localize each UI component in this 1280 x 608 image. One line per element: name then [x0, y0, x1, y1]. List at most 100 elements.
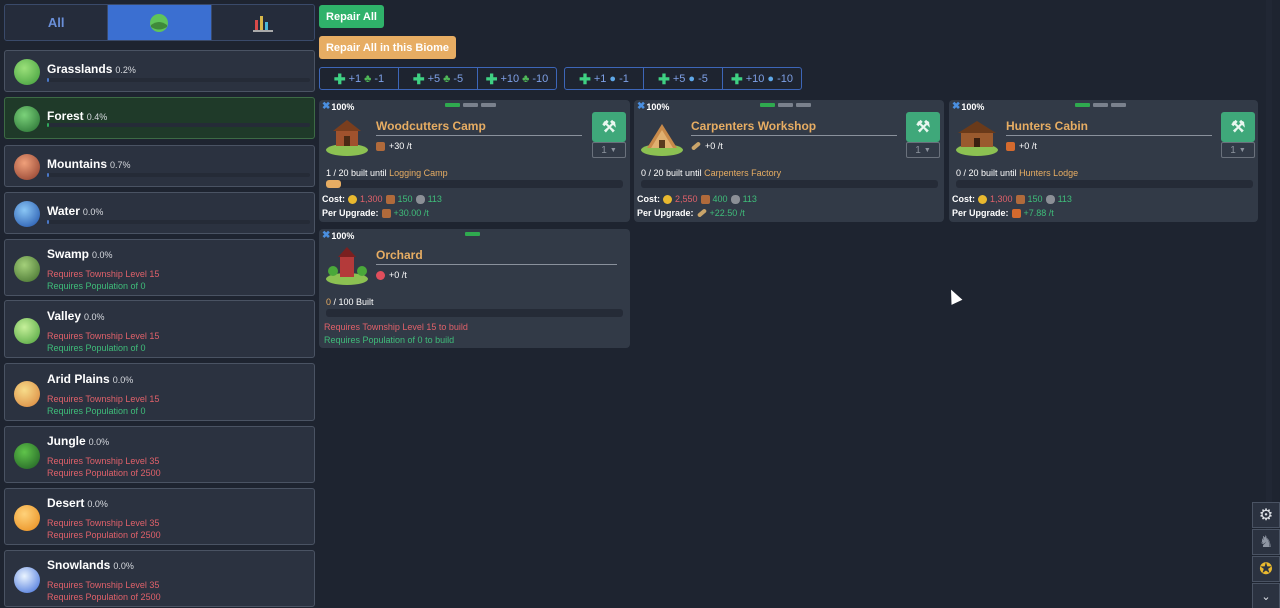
- biome-name: Water: [47, 204, 80, 218]
- wolf-icon: ♞: [1258, 534, 1274, 551]
- level-dots: [1075, 103, 1126, 107]
- built-progress-text: 0 / 20 built until Carpenters Factory: [641, 168, 782, 178]
- biome-snowlands[interactable]: Snowlands 0.0% Requires Township Level 35…: [4, 550, 315, 607]
- step-1-button[interactable]: ✚ +1 ● -1: [565, 68, 644, 89]
- production-rate: +0 /t: [1006, 141, 1037, 151]
- step-10-button[interactable]: ✚ +10 ♣ -10: [478, 68, 556, 89]
- chevron-down-icon: ⌄: [1261, 590, 1271, 603]
- built-progress-bar: [326, 180, 623, 188]
- chevron-down-icon: ▼: [609, 146, 617, 154]
- production-rate: +0 /t: [690, 141, 723, 151]
- mastery-icon: ✖: [952, 101, 961, 112]
- carpenters-workshop-icon: [639, 116, 685, 156]
- collapse-button[interactable]: ⌄: [1252, 583, 1280, 608]
- profile-button[interactable]: ♞: [1252, 529, 1280, 555]
- forest-icon: [14, 106, 40, 132]
- build-quantity-select[interactable]: 1 ▼: [906, 142, 940, 158]
- plus-icon: ✚: [579, 70, 591, 87]
- biome-jungle[interactable]: Jungle 0.0% Requires Township Level 35 Re…: [4, 426, 315, 483]
- orchard-icon: [324, 245, 370, 285]
- req-population: Requires Population of 2500: [47, 592, 161, 602]
- build-button[interactable]: ⚒: [1221, 112, 1255, 142]
- settings-button[interactable]: ⚙: [1252, 502, 1280, 528]
- built-progress-bar: [326, 309, 623, 317]
- step-5-button[interactable]: ✚ +5 ● -5: [644, 68, 723, 89]
- level-dots: [445, 103, 496, 107]
- per-upgrade-row: Per Upgrade: +30.00 /t: [322, 208, 429, 218]
- tab-globe[interactable]: [108, 5, 212, 40]
- building-title: Carpenters Workshop: [691, 119, 817, 133]
- tree-icon: ♣: [443, 72, 451, 85]
- biome-name: Arid Plains: [47, 372, 110, 386]
- biome-forest[interactable]: Forest 0.4%: [4, 97, 315, 139]
- plus-icon: ✚: [658, 70, 670, 87]
- scrollbar[interactable]: [1266, 0, 1272, 540]
- repair-biome-button[interactable]: Repair All in this Biome: [319, 36, 456, 59]
- build-button[interactable]: ⚒: [906, 112, 940, 142]
- biome-grasslands[interactable]: Grasslands 0.2%: [4, 50, 315, 92]
- title-divider: [1006, 135, 1212, 136]
- step-1-button[interactable]: ✚ +1 ♣ -1: [320, 68, 399, 89]
- globe-icon: [150, 13, 169, 32]
- mastery-badge: ✖ 100%: [322, 101, 355, 112]
- repair-all-button[interactable]: Repair All: [319, 5, 384, 28]
- production-rate: +30 /t: [376, 141, 412, 151]
- built-progress-text: 0 / 100 Built: [326, 297, 374, 307]
- biome-percent: 0.0%: [113, 561, 134, 571]
- hammer-icon: ⚒: [601, 119, 617, 136]
- biome-swamp[interactable]: Swamp 0.0% Requires Township Level 15 Req…: [4, 239, 315, 296]
- swamp-icon: [14, 256, 40, 282]
- build-quantity-select[interactable]: 1 ▼: [592, 142, 626, 158]
- tree-icon: ♣: [364, 72, 372, 85]
- biome-progress: [47, 123, 310, 127]
- plus-icon: ✚: [333, 70, 346, 87]
- building-card-hunters-cabin: ✖ 100% Hunters Cabin +0 /t ⚒ 1 ▼ 0 / 20 bu…: [949, 100, 1258, 222]
- planks-icon: [696, 208, 707, 218]
- biome-tabs: All: [4, 4, 315, 41]
- water-drop-icon: ●: [688, 72, 696, 85]
- req-level: Requires Township Level 15: [47, 331, 160, 341]
- building-title: Orchard: [376, 248, 423, 262]
- biome-arid-plains[interactable]: Arid Plains 0.0% Requires Township Level …: [4, 363, 315, 421]
- cost-row: Cost: 2,550 400 113: [637, 194, 757, 204]
- tab-stats[interactable]: [211, 5, 314, 40]
- step-10-button[interactable]: ✚ +10 ● -10: [723, 68, 801, 89]
- build-button[interactable]: ⚒: [592, 112, 626, 142]
- req-population: Requires Population of 0: [47, 343, 146, 353]
- building-title: Hunters Cabin: [1006, 119, 1089, 133]
- built-progress-bar: [956, 180, 1253, 188]
- logs-icon: [700, 194, 710, 204]
- req-level: Requires Township Level 35: [47, 456, 160, 466]
- title-divider: [691, 135, 897, 136]
- water-drop-icon: ●: [609, 72, 617, 85]
- biome-name: Mountains: [47, 157, 107, 171]
- hunters-cabin-icon: [954, 116, 1000, 156]
- biome-desert[interactable]: Desert 0.0% Requires Township Level 35 Re…: [4, 488, 315, 545]
- biome-valley[interactable]: Valley 0.0% Requires Township Level 15 Re…: [4, 300, 315, 358]
- biome-water[interactable]: Water 0.0%: [4, 192, 315, 234]
- biome-percent: 0.2%: [115, 65, 136, 75]
- snowlands-icon: [14, 567, 40, 593]
- biome-name: Grasslands: [47, 62, 113, 76]
- biome-percent: 0.7%: [110, 160, 131, 170]
- build-quantity-select[interactable]: 1 ▼: [1221, 142, 1255, 158]
- built-progress-text: 0 / 20 built until Hunters Lodge: [956, 168, 1079, 178]
- fur-icon: [1011, 208, 1021, 218]
- achievement-button[interactable]: ✪: [1252, 556, 1280, 582]
- desert-icon: [14, 505, 40, 531]
- logs-icon: [1015, 194, 1025, 204]
- biome-name: Snowlands: [47, 558, 111, 572]
- biome-percent: 0.4%: [86, 112, 108, 122]
- apple-icon: [376, 270, 385, 280]
- step-5-button[interactable]: ✚ +5 ♣ -5: [399, 68, 478, 89]
- gear-icon: ⚙: [1258, 507, 1274, 524]
- biome-mountains[interactable]: Mountains 0.7%: [4, 145, 315, 187]
- stone-icon: [730, 194, 740, 204]
- logs-icon: [381, 208, 391, 218]
- planks-icon: [690, 141, 702, 151]
- fur-icon: [1006, 141, 1015, 151]
- tab-all[interactable]: All: [5, 5, 109, 40]
- mastery-badge: ✖ 100%: [637, 101, 670, 112]
- title-divider: [376, 264, 617, 265]
- req-level: Requires Township Level 15 to build: [324, 322, 468, 332]
